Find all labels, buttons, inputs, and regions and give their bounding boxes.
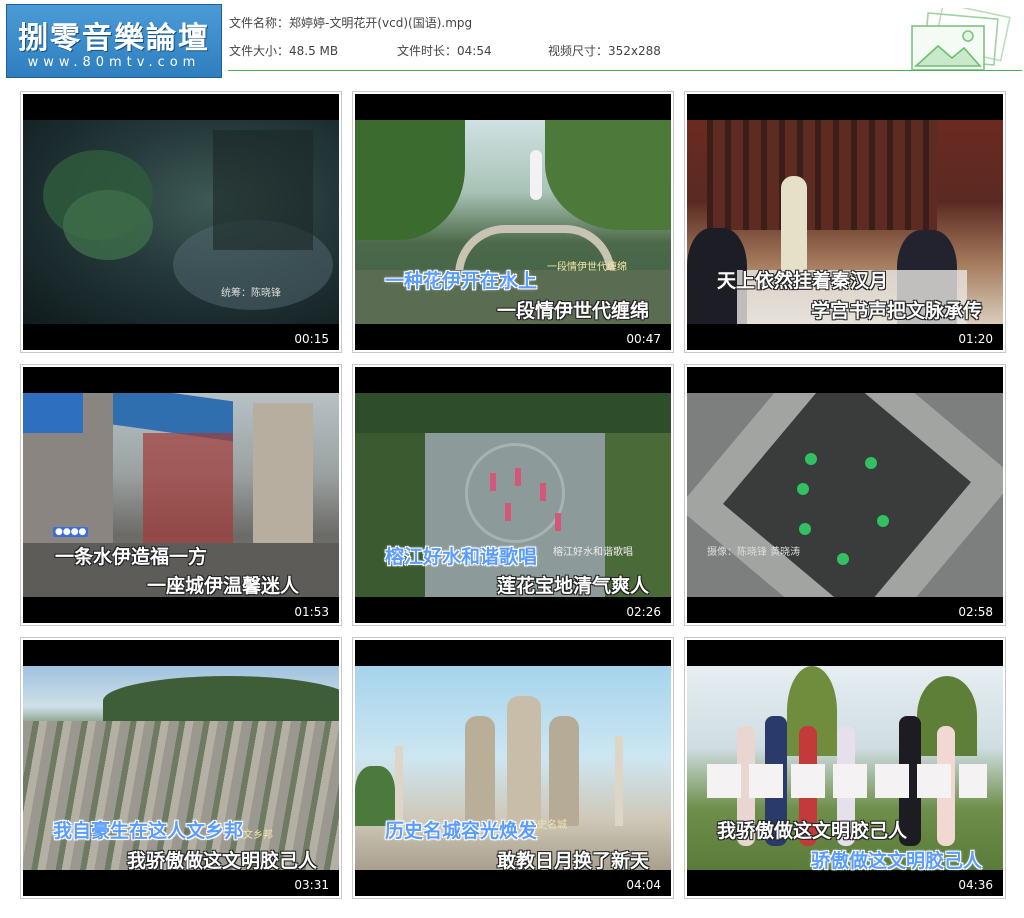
timestamp: 01:53 bbox=[294, 605, 329, 619]
video-frame: 历史名城 历史名城容光焕发 敢教日月换了新天 04:04 bbox=[355, 640, 671, 896]
thumbnail[interactable]: 统筹：陈晓锋 00:15 bbox=[20, 91, 342, 353]
timestamp: 03:31 bbox=[294, 878, 329, 892]
credit-caption: 统筹：陈晓锋 bbox=[221, 288, 281, 299]
timestamp: 02:58 bbox=[958, 605, 993, 619]
lyric-line-2: 一段情伊世代缠绵 bbox=[497, 300, 650, 322]
site-logo: 捌零音樂論壇 www.80mtv.com bbox=[6, 4, 222, 78]
karaoke-dots: ●●●● bbox=[53, 527, 89, 537]
logo-title: 捌零音樂論壇 bbox=[18, 21, 210, 56]
lyric-line-2: 学宫书声把文脉承传 bbox=[811, 300, 983, 322]
file-duration-label: 文件时长： bbox=[397, 44, 458, 58]
credit-caption: 摄像：陈晓锋 黄晓涛 bbox=[707, 547, 801, 558]
thumbnail[interactable]: 人文乡邦 我自豪生在这人文乡邦 我骄傲做这文明胶己人 03:31 bbox=[20, 637, 342, 899]
video-dimension-value: 352x288 bbox=[608, 44, 661, 58]
timestamp: 01:20 bbox=[958, 332, 993, 346]
file-size-label: 文件大小： bbox=[229, 44, 290, 58]
lyric-line-2: 骄傲做这文明胶己人 bbox=[811, 850, 983, 872]
timestamp: 00:47 bbox=[626, 332, 661, 346]
lyric-line-1: 历史名城容光焕发 bbox=[385, 820, 538, 842]
lyric-line-2: 莲花宝地清气爽人 bbox=[497, 575, 650, 597]
thumbnail[interactable]: 天上依然挂着秦汉月 学宫书声把文脉承传 01:20 bbox=[684, 91, 1006, 353]
file-size-value: 48.5 MB bbox=[289, 44, 339, 58]
file-name-label: 文件名称： bbox=[229, 16, 290, 30]
lyric-line-1: 一种花伊开在水上 bbox=[385, 270, 538, 292]
thumbnail[interactable]: 我骄傲做这文明胶己人 骄傲做这文明胶己人 04:36 bbox=[684, 637, 1006, 899]
file-name-value: 郑婷婷-文明花开(vcd)(国语).mpg bbox=[289, 16, 473, 30]
video-frame: 摄像：陈晓锋 黄晓涛 02:58 bbox=[687, 367, 1003, 623]
thumbnail[interactable]: 榕江好水和谐歌唱 榕江好水和谐歌唱 莲花宝地清气爽人 02:26 bbox=[352, 364, 674, 626]
video-dimension-label: 视频尺寸： bbox=[548, 44, 609, 58]
video-frame: 人文乡邦 我自豪生在这人文乡邦 我骄傲做这文明胶己人 03:31 bbox=[23, 640, 339, 896]
thumbnail[interactable]: 一段情伊世代缠绵 一种花伊开在水上 一段情伊世代缠绵 00:47 bbox=[352, 91, 674, 353]
lyric-line-1: 天上依然挂着秦汉月 bbox=[717, 270, 889, 292]
photo-stack-icon bbox=[911, 8, 1011, 71]
timestamp: 02:26 bbox=[626, 605, 661, 619]
lyric-line-1: 一条水伊造福一方 bbox=[55, 546, 208, 568]
file-name-info: 文件名称：郑婷婷-文明花开(vcd)(国语).mpg bbox=[229, 14, 472, 31]
video-frame: 我骄傲做这文明胶己人 骄傲做这文明胶己人 04:36 bbox=[687, 640, 1003, 896]
lyric-line-1: 我骄傲做这文明胶己人 bbox=[717, 820, 908, 842]
timestamp: 04:04 bbox=[626, 878, 661, 892]
lyric-line-2: 我骄傲做这文明胶己人 bbox=[127, 850, 318, 872]
file-duration-info: 文件时长：04:54 bbox=[397, 42, 492, 59]
video-frame: 榕江好水和谐歌唱 榕江好水和谐歌唱 莲花宝地清气爽人 02:26 bbox=[355, 367, 671, 623]
video-frame: ●●●● 一条水伊造福一方 一座城伊温馨迷人 01:53 bbox=[23, 367, 339, 623]
lyric-line-1: 榕江好水和谐歌唱 bbox=[385, 546, 538, 568]
thumbnail[interactable]: ●●●● 一条水伊造福一方 一座城伊温馨迷人 01:53 bbox=[20, 364, 342, 626]
lyric-line-1: 我自豪生在这人文乡邦 bbox=[53, 820, 244, 842]
video-frame: 天上依然挂着秦汉月 学宫书声把文脉承传 01:20 bbox=[687, 94, 1003, 350]
lyric-line-2: 一座城伊温馨迷人 bbox=[147, 575, 300, 597]
file-duration-value: 04:54 bbox=[457, 44, 492, 58]
header-divider bbox=[228, 70, 1022, 71]
thumbnail[interactable]: 历史名城 历史名城容光焕发 敢教日月换了新天 04:04 bbox=[352, 637, 674, 899]
video-frame: 统筹：陈晓锋 00:15 bbox=[23, 94, 339, 350]
lyric-line-2: 敢教日月换了新天 bbox=[497, 850, 650, 872]
thumbnail[interactable]: 摄像：陈晓锋 黄晓涛 02:58 bbox=[684, 364, 1006, 626]
video-dimension-info: 视频尺寸：352x288 bbox=[548, 42, 661, 59]
file-size-info: 文件大小：48.5 MB bbox=[229, 42, 338, 59]
logo-url: www.80mtv.com bbox=[27, 55, 201, 70]
timestamp: 00:15 bbox=[294, 332, 329, 346]
timestamp: 04:36 bbox=[958, 878, 993, 892]
video-frame: 一段情伊世代缠绵 一种花伊开在水上 一段情伊世代缠绵 00:47 bbox=[355, 94, 671, 350]
credit-caption: 一段情伊世代缠绵 bbox=[547, 262, 627, 273]
credit-caption: 榕江好水和谐歌唱 bbox=[553, 547, 633, 558]
